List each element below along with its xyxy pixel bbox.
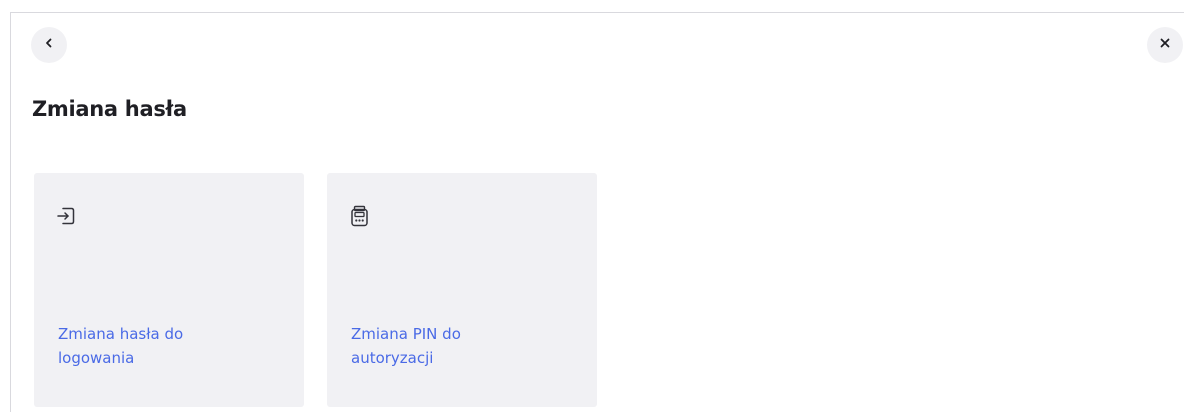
close-icon (1159, 36, 1171, 54)
back-button[interactable] (31, 27, 67, 63)
token-device-icon (347, 203, 373, 229)
tile-label: Zmiana hasła do logowania (58, 322, 238, 370)
tile-label-line: Zmiana PIN do (351, 325, 461, 343)
tile-label-line: Zmiana hasła do (58, 325, 184, 343)
tile-change-login-password[interactable]: Zmiana hasła do logowania (34, 173, 304, 407)
tile-label-line: autoryzacji (351, 349, 434, 367)
page-title: Zmiana hasła (32, 97, 187, 121)
change-password-panel: Zmiana hasła Zmiana hasła do logowania Z… (10, 12, 1184, 412)
tile-change-authorization-pin[interactable]: Zmiana PIN do autoryzacji (327, 173, 597, 407)
login-arrow-icon (54, 203, 80, 229)
chevron-left-icon (43, 36, 55, 54)
tile-label-line: logowania (58, 349, 135, 367)
tile-label: Zmiana PIN do autoryzacji (351, 322, 531, 370)
close-button[interactable] (1147, 27, 1183, 63)
